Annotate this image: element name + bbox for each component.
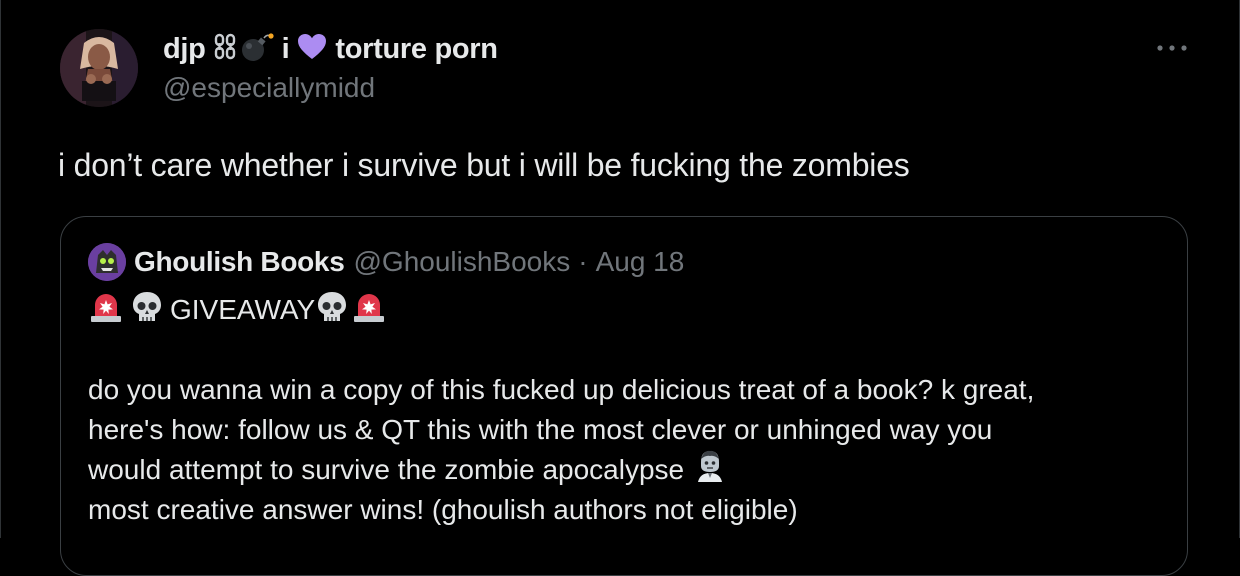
zombie-icon — [694, 448, 726, 493]
quoted-date[interactable]: Aug 18 — [596, 246, 685, 278]
body-line-text: do you wanna win a copy of this fucked u… — [88, 374, 1035, 405]
quoted-avatar[interactable] — [88, 243, 126, 281]
tweet-text: i don’t care whether i survive but i wil… — [58, 147, 910, 183]
separator-dot: · — [578, 246, 588, 277]
more-button[interactable] — [1152, 38, 1192, 58]
user-handle[interactable]: @especiallymidd — [163, 72, 375, 104]
bomb-icon — [240, 32, 274, 67]
avatar[interactable] — [60, 29, 138, 107]
body-line-text: most creative answer wins! (ghoulish aut… — [88, 494, 798, 525]
body-line-text: would attempt to survive the zombie apoc… — [88, 454, 685, 485]
tweet[interactable]: djp i torture porn @especiallymidd i don… — [0, 0, 1240, 576]
quoted-handle[interactable]: @GhoulishBooks — [353, 246, 570, 278]
skull-icon — [315, 290, 349, 331]
quoted-body-line: do you wanna win a copy of this fucked u… — [88, 370, 1034, 410]
purple-heart-icon — [297, 33, 327, 65]
skull-icon — [130, 290, 164, 331]
siren-icon — [351, 290, 387, 331]
display-name-part2[interactable]: i — [282, 33, 290, 66]
display-name-part3[interactable]: torture porn — [335, 33, 498, 66]
siren-icon — [88, 290, 124, 331]
quoted-body-line: most creative answer wins! (ghoulish aut… — [88, 490, 1034, 530]
body-line-text: here's how: follow us & QT this with the… — [88, 414, 993, 445]
display-name-part1[interactable]: djp — [163, 33, 206, 66]
quoted-body-line: here's how: follow us & QT this with the… — [88, 410, 1034, 450]
giveaway-text: GIVEAWAY — [170, 294, 316, 325]
quoted-body-line: would attempt to survive the zombie apoc… — [88, 450, 1034, 490]
display-name-line[interactable]: djp i torture porn — [163, 30, 498, 68]
quoted-header[interactable]: Ghoulish Books @GhoulishBooks · Aug 18 — [134, 244, 684, 280]
chain-icon — [214, 33, 236, 66]
quoted-name[interactable]: Ghoulish Books — [134, 246, 345, 278]
quoted-tweet[interactable]: Ghoulish Books @GhoulishBooks · Aug 18 G… — [60, 216, 1188, 576]
more-icon — [1157, 45, 1187, 51]
giveaway-line: GIVEAWAY — [88, 290, 387, 330]
quoted-body: do you wanna win a copy of this fucked u… — [88, 370, 1034, 530]
